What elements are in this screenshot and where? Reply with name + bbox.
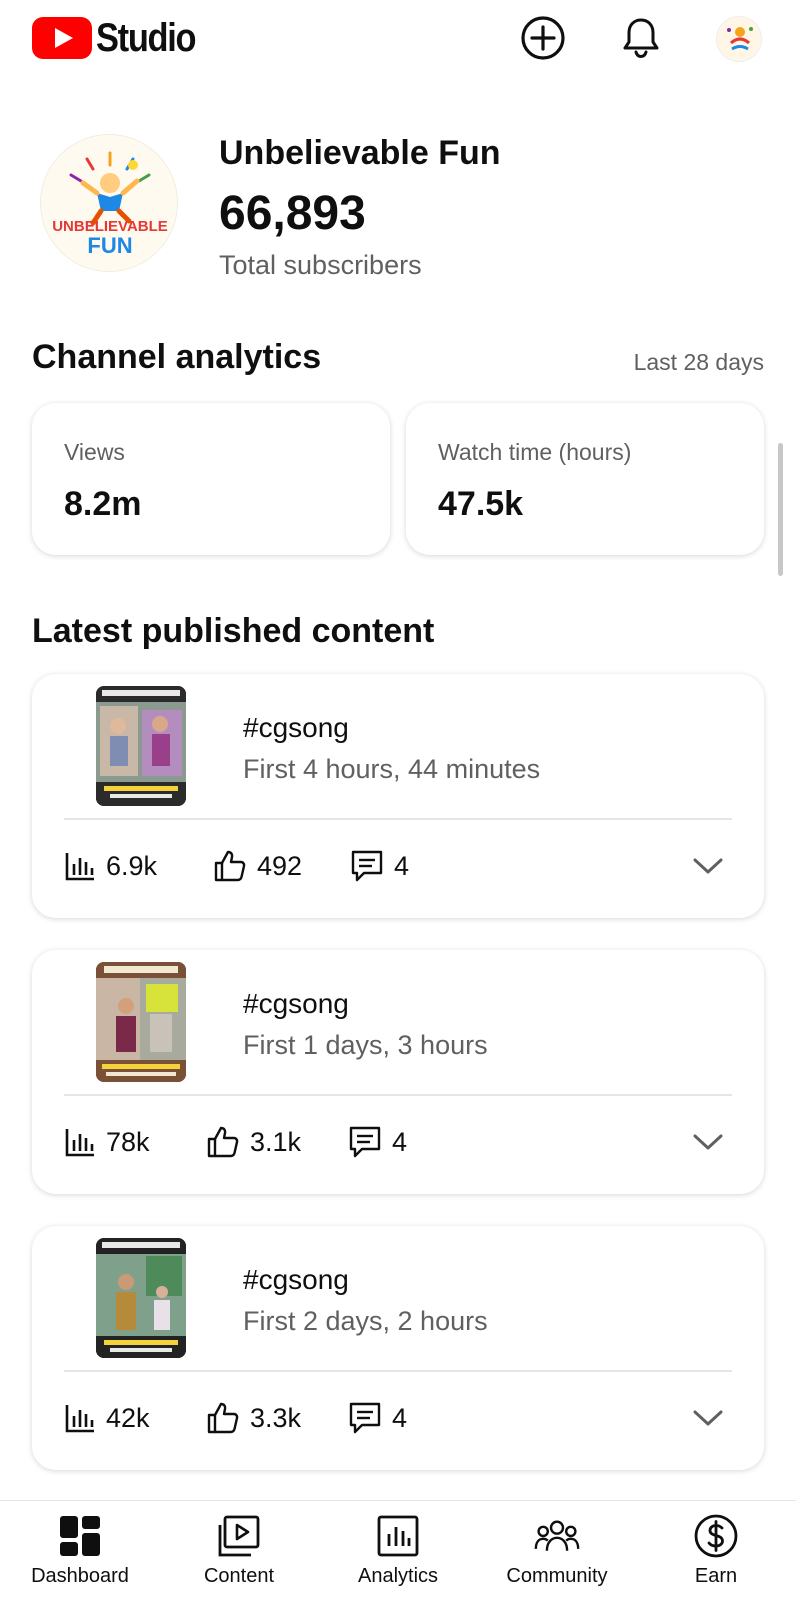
video-thumbnail[interactable] [96,962,186,1082]
comments-value: 4 [392,1126,408,1157]
video-title[interactable]: #cgsong [243,1264,349,1296]
views-metric: 78k [64,1122,150,1162]
comments-value: 4 [394,850,410,881]
bar-chart-icon [65,1129,94,1157]
bar-chart-icon [65,853,94,881]
create-button[interactable] [519,14,567,62]
thumb-up-icon [207,1126,239,1158]
youtube-play-icon [32,17,92,59]
logo-word-bottom: FUN [87,233,132,258]
content-icon [216,1513,262,1559]
comments-metric: 4 [348,1122,407,1162]
comment-icon [349,1402,381,1434]
thumb-up-icon [207,1402,239,1434]
nav-label: Community [506,1565,608,1587]
views-value: 6.9k [106,850,158,881]
stat-value: 8.2m [64,485,142,523]
bell-icon [623,18,659,59]
likes-metric: 492 [213,846,302,886]
notifications-button[interactable] [617,14,665,62]
divider [64,1370,732,1372]
nav-label: Earn [694,1565,738,1587]
likes-value: 3.1k [250,1126,302,1157]
scrollbar[interactable] [778,443,783,576]
comment-icon [351,850,383,882]
nav-dashboard[interactable]: Dashboard [0,1501,160,1600]
nav-analytics[interactable]: Analytics [318,1501,478,1600]
plus-circle-icon [521,16,565,60]
views-metric: 42k [64,1398,150,1438]
nav-content[interactable]: Content [159,1501,319,1600]
comments-metric: 4 [348,1398,407,1438]
account-avatar[interactable] [716,16,762,62]
divider [64,818,732,820]
video-thumbnail[interactable] [96,686,186,806]
likes-value: 492 [257,850,303,881]
chevron-down-icon[interactable] [692,1406,724,1430]
studio-logo[interactable]: Studio [32,17,211,59]
video-thumbnail-image [96,686,186,806]
watch-time-card[interactable]: Watch time (hours) 47.5k [406,403,764,555]
video-period: First 2 days, 2 hours [243,1306,488,1336]
latest-content-title: Latest published content [32,612,435,650]
likes-metric: 3.3k [206,1398,301,1438]
comment-icon [349,1126,381,1158]
subscriber-count: 66,893 [219,187,366,240]
channel-logo-icon: UNBELIEVABLE FUN [41,135,177,271]
likes-value: 3.3k [250,1402,302,1433]
analytics-title: Channel analytics [32,338,322,376]
channel-logo-icon [717,17,761,61]
chevron-down-icon[interactable] [692,1130,724,1154]
views-value: 42k [106,1402,150,1433]
views-metric: 6.9k [64,846,157,886]
nav-community[interactable]: Community [477,1501,637,1600]
video-thumbnail-image [96,1238,186,1358]
dashboard-icon [57,1513,103,1559]
content-card[interactable]: #cgsong First 4 hours, 44 minutes 6.9k 4… [32,674,764,918]
bottom-nav: Dashboard Content Analytics Community Ea… [0,1500,796,1600]
views-value: 78k [106,1126,150,1157]
video-thumbnail[interactable] [96,1238,186,1358]
channel-avatar[interactable]: UNBELIEVABLE FUN [40,134,178,272]
logo-text: Studio [96,16,197,60]
subscriber-label: Total subscribers [219,250,422,280]
earn-icon [693,1513,739,1559]
video-period: First 1 days, 3 hours [243,1030,488,1060]
top-bar: Studio [0,0,796,80]
stat-label: Watch time (hours) [438,439,632,465]
video-thumbnail-image [96,962,186,1082]
community-icon [534,1513,580,1559]
video-title[interactable]: #cgsong [243,988,349,1020]
views-card[interactable]: Views 8.2m [32,403,390,555]
content-card[interactable]: #cgsong First 1 days, 3 hours 78k 3.1k 4 [32,950,764,1194]
comments-metric: 4 [350,846,409,886]
analytics-period: Last 28 days [633,349,764,375]
nav-label: Analytics [357,1565,439,1587]
analytics-icon [375,1513,421,1559]
divider [64,1094,732,1096]
video-period: First 4 hours, 44 minutes [243,754,541,784]
nav-label: Content [203,1565,275,1587]
bar-chart-icon [65,1405,94,1433]
stat-value: 47.5k [438,485,524,523]
video-title[interactable]: #cgsong [243,712,349,744]
chevron-down-icon[interactable] [692,854,724,878]
channel-name: Unbelievable Fun [219,134,501,172]
likes-metric: 3.1k [206,1122,301,1162]
comments-value: 4 [392,1402,408,1433]
stat-label: Views [64,439,125,465]
content-card[interactable]: #cgsong First 2 days, 2 hours 42k 3.3k 4 [32,1226,764,1470]
nav-label: Dashboard [31,1565,129,1587]
nav-earn[interactable]: Earn [636,1501,796,1600]
thumb-up-icon [214,850,246,882]
